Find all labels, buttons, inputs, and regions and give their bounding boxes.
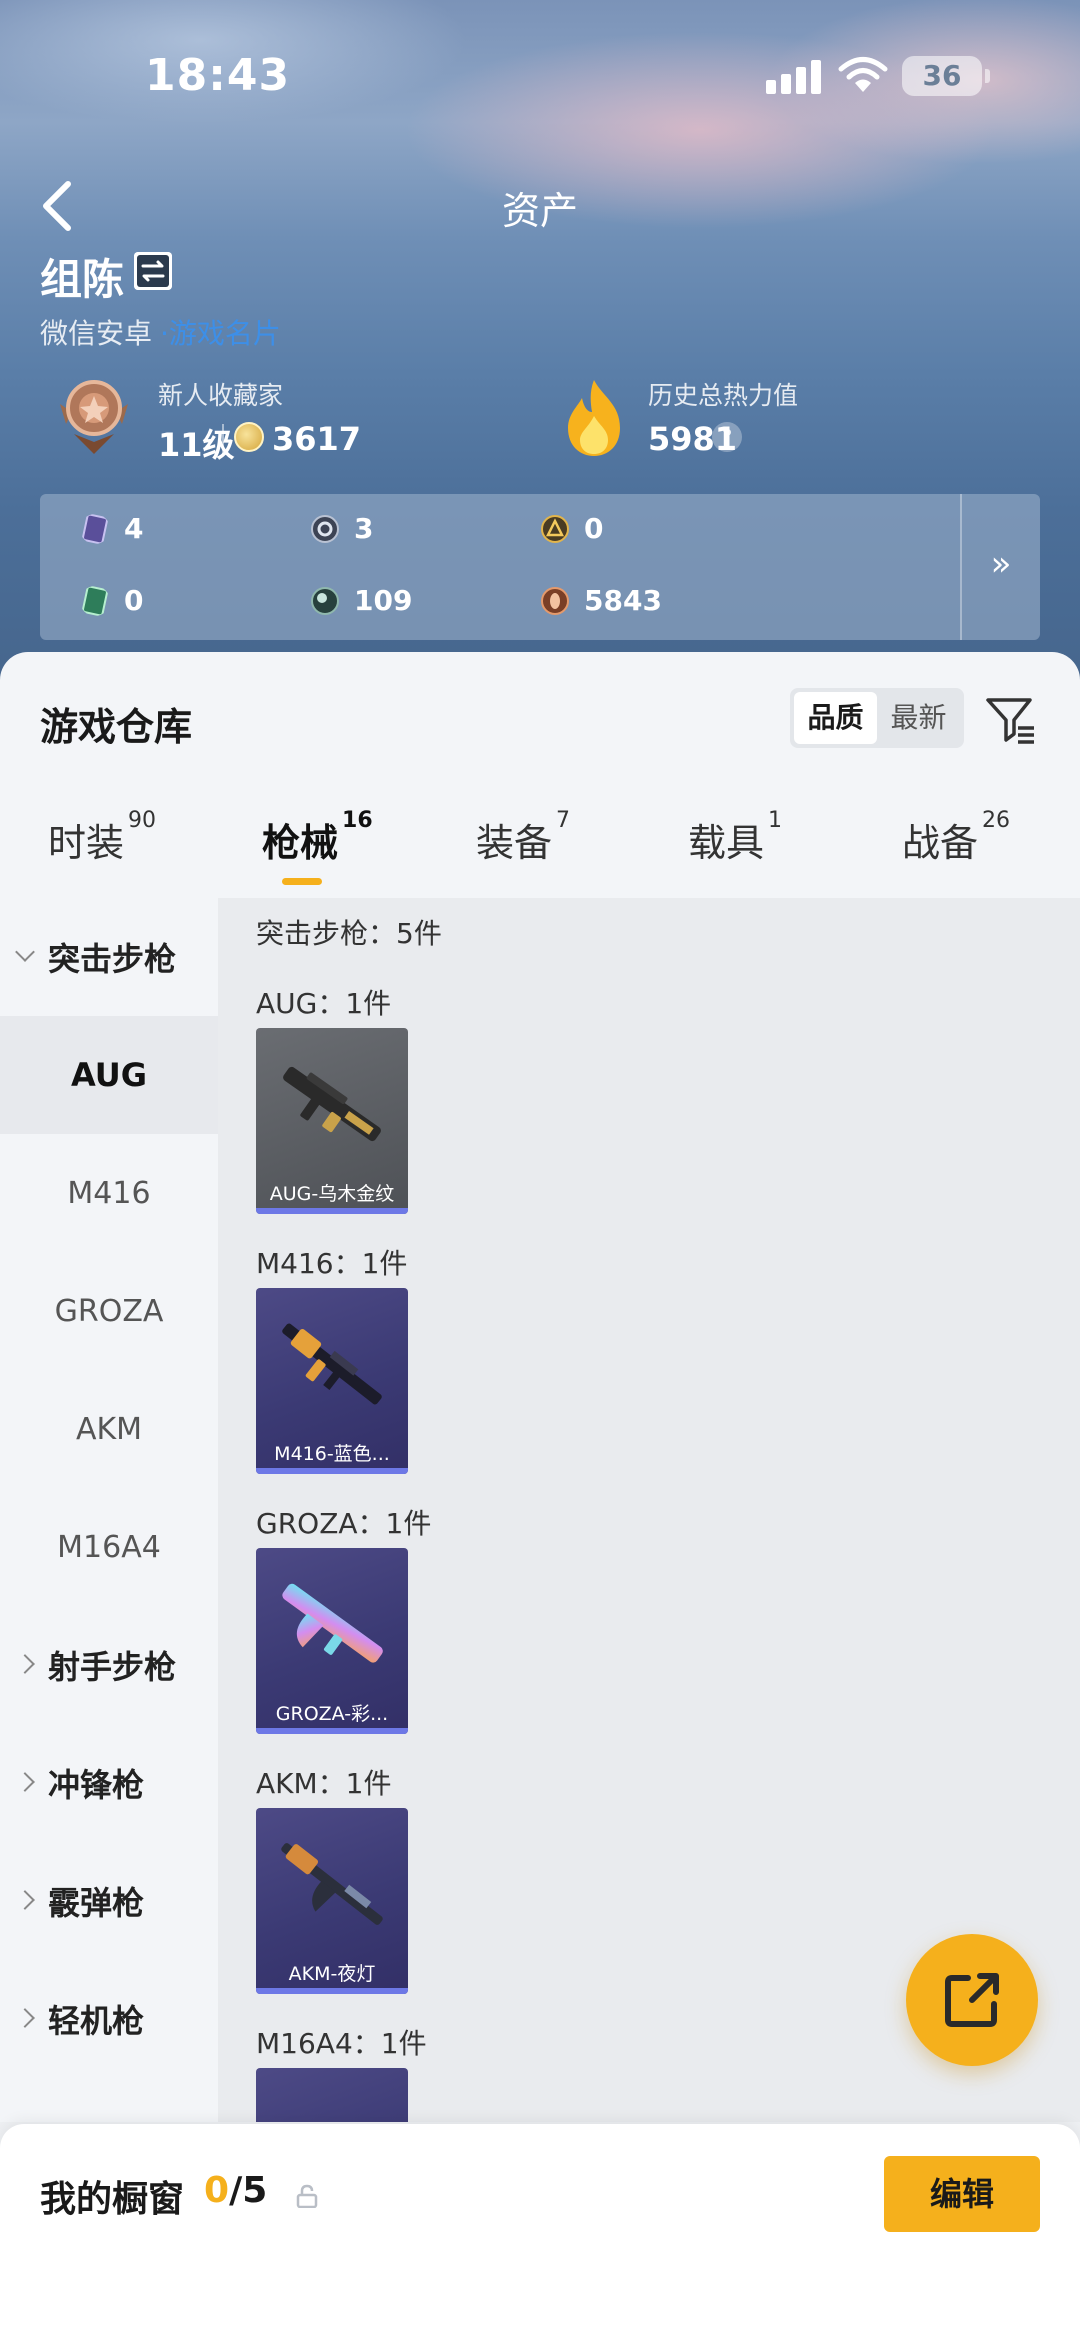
group-label-groza: GROZA：1件 bbox=[256, 1507, 432, 1540]
weapon-card-akm[interactable]: AKM-夜灯 bbox=[256, 1808, 408, 1994]
weapon-card-m416[interactable]: M416-蓝色... bbox=[256, 1288, 408, 1474]
showcase-bar: 我的橱窗 0/5 编辑 bbox=[0, 2124, 1080, 2347]
group-label-akm: AKM：1件 bbox=[256, 1767, 392, 1800]
showcase-label: 我的橱窗 bbox=[40, 2179, 185, 2220]
battery-icon: 36 bbox=[902, 56, 990, 96]
sort-quality-button[interactable]: 品质 bbox=[794, 692, 877, 744]
collection-points-icon bbox=[234, 422, 264, 452]
collection-points: 3617 bbox=[272, 420, 362, 458]
player-name: 组陈 bbox=[40, 255, 125, 304]
tab-outfits[interactable]: 时装90 bbox=[48, 808, 156, 867]
stat-purple-card: 4 bbox=[80, 512, 143, 545]
tab-gear[interactable]: 战备26 bbox=[902, 808, 1010, 867]
subcategory-m416[interactable]: M416 bbox=[0, 1134, 218, 1252]
group-label-m16a4: M16A4：1件 bbox=[256, 2027, 427, 2060]
showcase-count: 0/5 bbox=[204, 2170, 268, 2211]
weapon-card-groza[interactable]: GROZA-彩... bbox=[256, 1548, 408, 1734]
stat-silver-medal: 3 bbox=[310, 512, 373, 545]
lock-icon bbox=[296, 2184, 318, 2208]
category-smg[interactable]: 冲锋枪 bbox=[0, 1724, 218, 1842]
rank-title: 新人收藏家 bbox=[158, 381, 284, 410]
clock: 18:43 bbox=[145, 50, 291, 101]
category-pistol[interactable]: 手枪 bbox=[0, 2078, 218, 2122]
rarity-bar bbox=[256, 1728, 408, 1734]
category-shotgun[interactable]: 霰弹枪 bbox=[0, 1842, 218, 1960]
chevron-right-icon bbox=[15, 1890, 35, 1910]
subcategory-aug[interactable]: AUG bbox=[0, 1016, 218, 1134]
edit-button[interactable]: 编辑 bbox=[884, 2156, 1040, 2232]
platform-label: 微信安卓 bbox=[40, 317, 153, 350]
sort-toggle: 品质 最新 bbox=[790, 688, 964, 748]
tab-firearms[interactable]: 枪械16 bbox=[262, 808, 373, 867]
divider bbox=[222, 424, 224, 454]
tab-equipment[interactable]: 装备7 bbox=[476, 808, 570, 867]
share-icon bbox=[945, 1973, 999, 2027]
green-card-icon bbox=[82, 585, 108, 616]
rarity-bar bbox=[256, 1468, 408, 1474]
category-tabs: 时装90 枪械16 装备7 载具1 战备26 bbox=[0, 808, 1080, 892]
inventory-sheet: 游戏仓库 品质 最新 时装90 枪械16 装备7 载具1 战备26 突击步枪 A… bbox=[0, 652, 1080, 2122]
subcategory-m16a4[interactable]: M16A4 bbox=[0, 1488, 218, 1606]
rarity-bar bbox=[256, 1988, 408, 1994]
stat-gold-medal: 0 bbox=[540, 512, 603, 545]
groza-rifle-image bbox=[282, 1583, 383, 1663]
group-label-m416: M416：1件 bbox=[256, 1247, 408, 1280]
category-assault-rifle[interactable]: 突击步枪 bbox=[0, 898, 218, 1016]
sort-latest-button[interactable]: 最新 bbox=[877, 692, 960, 744]
akm-rifle-image bbox=[281, 1843, 383, 1925]
green-orb-icon bbox=[311, 586, 339, 615]
stat-green-orb: 109 bbox=[310, 584, 412, 617]
weapon-card-caption: AKM-夜灯 bbox=[288, 1963, 376, 1985]
weapon-card-caption: GROZA-彩... bbox=[275, 1703, 389, 1725]
weapon-card-caption: M416-蓝色... bbox=[274, 1443, 390, 1465]
m416-rifle-image bbox=[282, 1323, 382, 1405]
profile-header: 18:43 36 资产 组陈 微信安卓·游戏名片 新人收藏家 11级 3617 bbox=[0, 0, 1080, 680]
active-tab-indicator bbox=[282, 878, 322, 885]
weapon-category-list: 突击步枪 AUG M416 GROZA AKM M16A4 射手步枪 冲锋枪 霰… bbox=[0, 898, 218, 2122]
currency-stats-panel[interactable]: 4 3 0 0 109 5843 » bbox=[40, 494, 1040, 640]
chevron-right-icon bbox=[15, 1772, 35, 1792]
rank-badge-icon bbox=[60, 380, 128, 454]
platform-info: 微信安卓 ·游戏名片 bbox=[40, 312, 281, 352]
inventory-title: 游戏仓库 bbox=[40, 705, 193, 749]
subcategory-groza[interactable]: GROZA bbox=[0, 1252, 218, 1370]
page-title: 资产 bbox=[501, 189, 578, 233]
cellular-signal-icon bbox=[766, 58, 822, 94]
stats-expand-button[interactable]: » bbox=[960, 494, 1040, 640]
weapon-card-m16a4[interactable] bbox=[256, 2068, 408, 2122]
category-marksman-rifle[interactable]: 射手步枪 bbox=[0, 1606, 218, 1724]
chevron-right-icon bbox=[15, 1654, 35, 1674]
chevron-right-icon bbox=[15, 2008, 35, 2028]
category-lmg[interactable]: 轻机枪 bbox=[0, 1960, 218, 2078]
aug-rifle-image bbox=[283, 1066, 381, 1142]
bronze-coin-icon bbox=[541, 586, 569, 615]
section-title: 突击步枪：5件 bbox=[256, 917, 442, 950]
switch-account-icon[interactable] bbox=[134, 252, 172, 290]
chevron-down-icon bbox=[15, 942, 35, 962]
group-label-aug: AUG：1件 bbox=[256, 987, 392, 1020]
filter-icon[interactable] bbox=[984, 694, 1036, 746]
stat-bronze-coin: 5843 bbox=[540, 584, 662, 617]
rarity-bar bbox=[256, 1208, 408, 1214]
weapon-card-caption: AUG-乌木金纹 bbox=[269, 1183, 395, 1205]
subcategory-akm[interactable]: AKM bbox=[0, 1370, 218, 1488]
help-icon[interactable]: ? bbox=[712, 422, 742, 452]
purple-card-icon bbox=[82, 513, 108, 544]
status-bar: 18:43 36 bbox=[0, 0, 1080, 150]
share-button[interactable] bbox=[906, 1934, 1038, 2066]
silver-medal-icon bbox=[311, 514, 339, 543]
heat-label: 历史总热力值 bbox=[648, 381, 799, 410]
tab-vehicles[interactable]: 载具1 bbox=[688, 808, 782, 867]
gold-medal-icon bbox=[541, 514, 569, 543]
weapon-card-aug[interactable]: AUG-乌木金纹 bbox=[256, 1028, 408, 1214]
flame-icon bbox=[568, 380, 620, 456]
game-card-link[interactable]: ·游戏名片 bbox=[160, 317, 281, 350]
wifi-icon bbox=[838, 57, 888, 92]
stat-green-card: 0 bbox=[80, 584, 143, 617]
